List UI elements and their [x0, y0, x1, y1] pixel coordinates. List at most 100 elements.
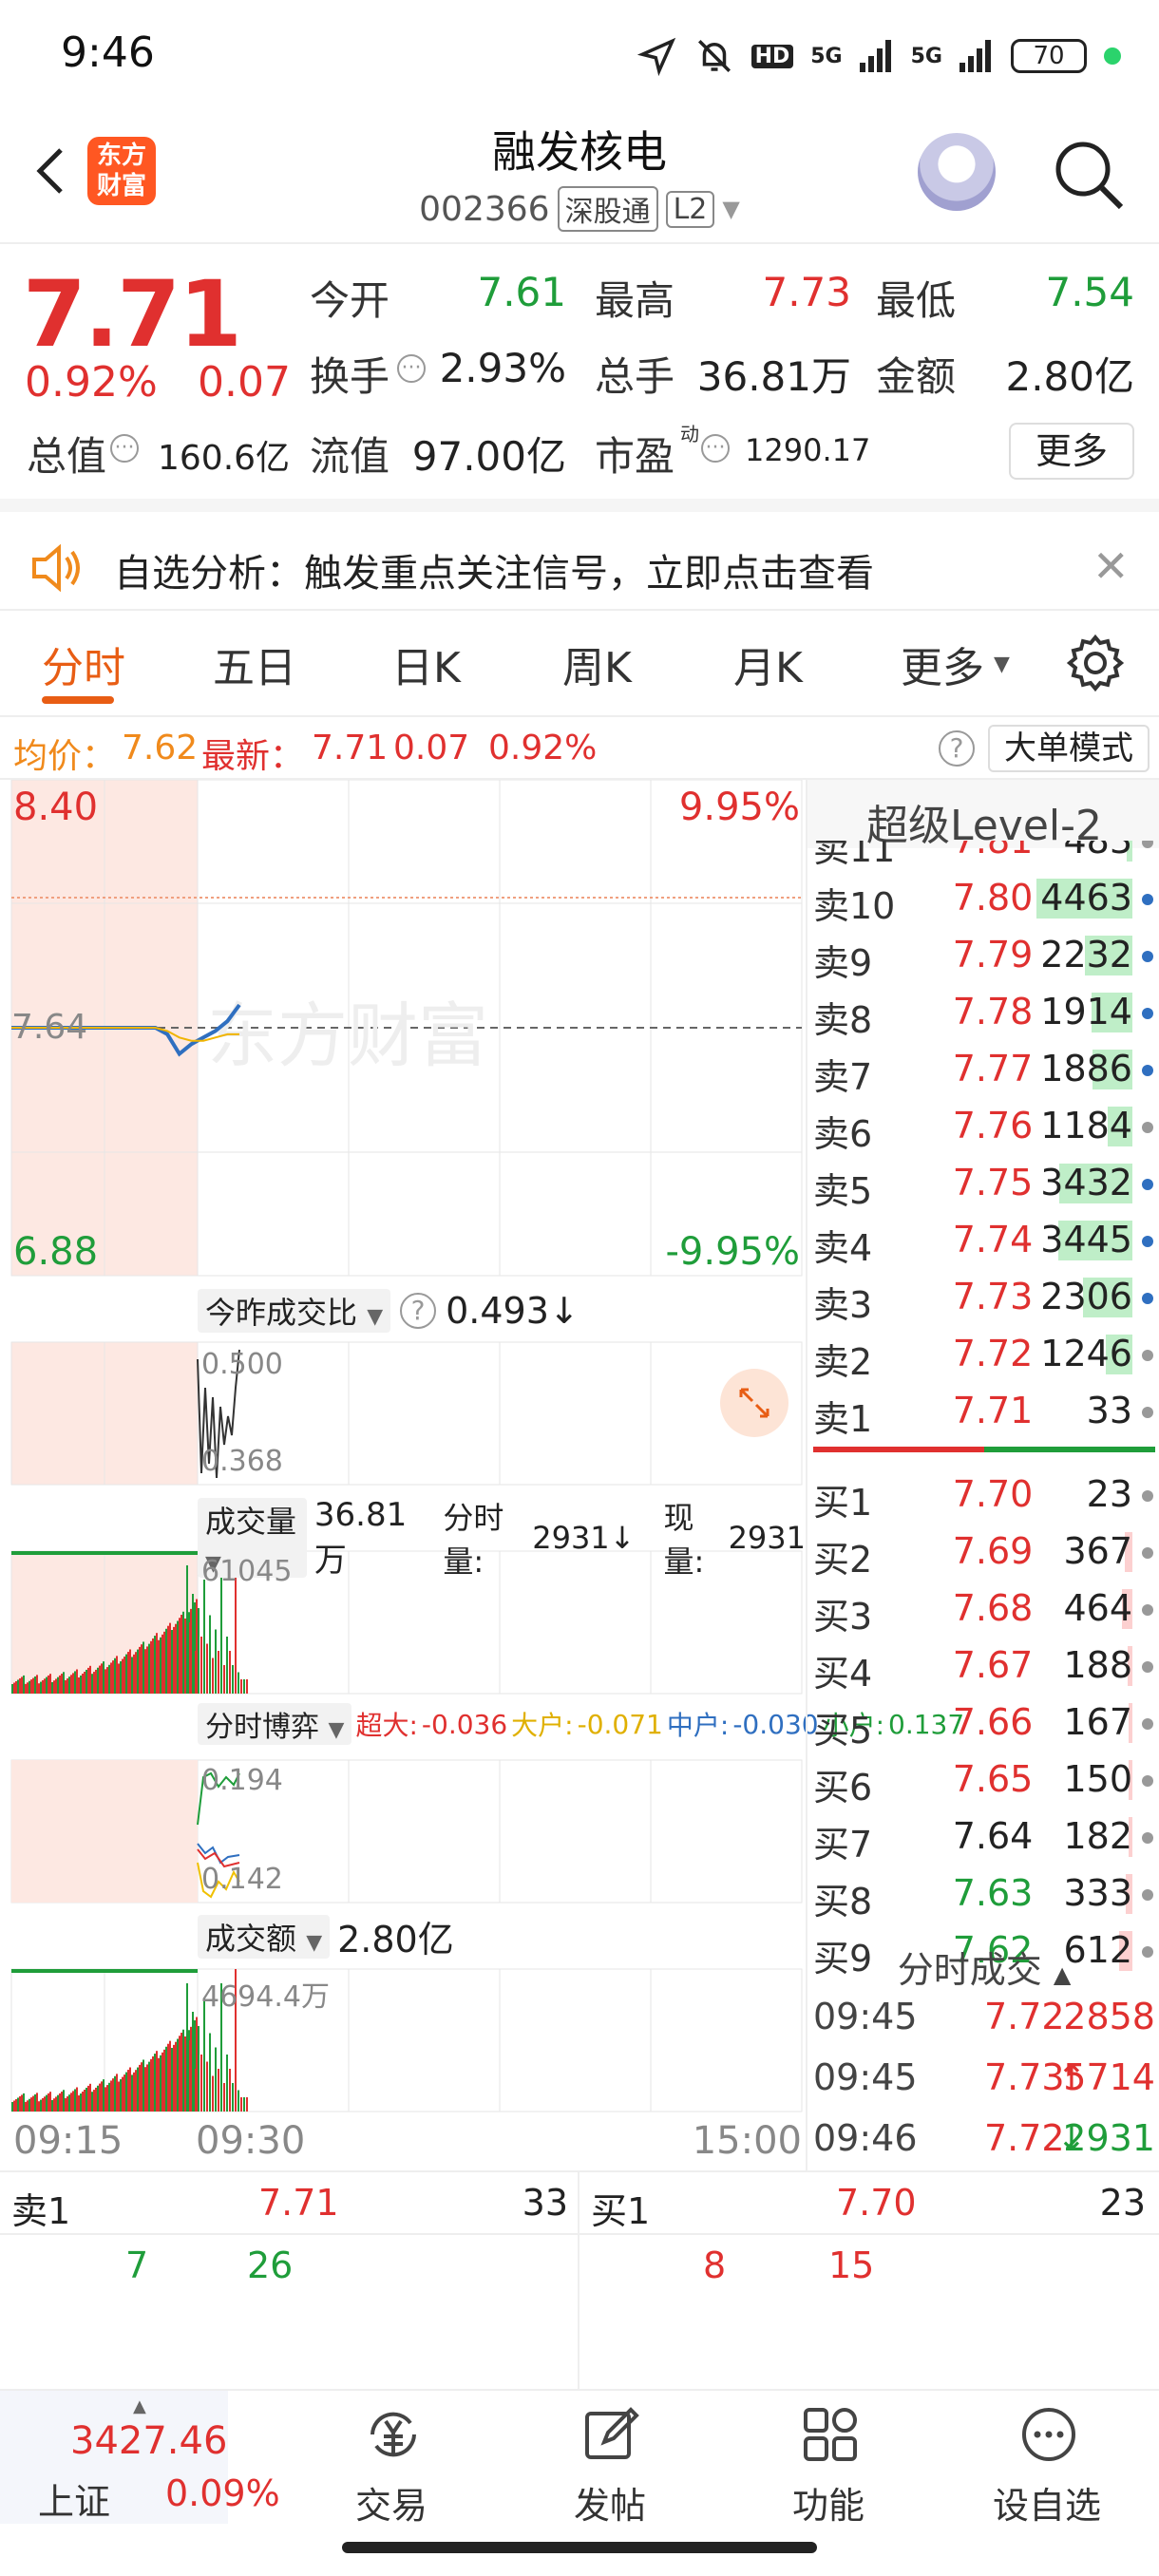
ask-row[interactable]: 卖9 7.79 2232 [808, 930, 1159, 984]
chart-watermark: 东方财富 [207, 995, 488, 1077]
assistant-robot-icon[interactable] [918, 133, 996, 211]
bid-indicator-dot [1142, 1889, 1153, 1901]
volume-bar [124, 1657, 125, 1694]
volume-bar [137, 2067, 139, 2112]
ask-row[interactable]: 卖2 7.72 1246 [808, 1329, 1159, 1383]
trade-row[interactable]: 09:45 7.73 ↑ 5714 [808, 2056, 1159, 2108]
settings-gear-icon[interactable] [1064, 632, 1127, 694]
tab-day-k[interactable]: 日K [391, 634, 461, 694]
big-order-mode-button[interactable]: 大单模式 [988, 725, 1150, 772]
ask-row[interactable]: 卖11 7.81 483 [808, 841, 1159, 870]
bid-row[interactable]: 买3 7.68 464 [808, 1583, 1159, 1638]
nav-trade[interactable]: 交易 [296, 2391, 486, 2527]
ask-indicator-dot [1142, 1065, 1153, 1076]
float-value: 97.00亿 [411, 433, 566, 480]
nav-post[interactable]: 发帖 [515, 2391, 705, 2527]
bid-row[interactable]: 买4 7.67 188 [808, 1640, 1159, 1695]
volume-bar [78, 2095, 80, 2112]
analysis-banner[interactable]: 自选分析：触发重点关注信号，立即点击查看 ✕ [0, 499, 1159, 611]
nav-function[interactable]: 功能 [733, 2391, 923, 2527]
ask-row[interactable]: 卖5 7.75 3432 [808, 1158, 1159, 1212]
home-indicator[interactable] [342, 2542, 817, 2553]
bid-level-label: 买7 [813, 1824, 873, 1866]
bid-row[interactable]: 买1 7.70 23 [808, 1469, 1159, 1524]
volume-bar [15, 2098, 17, 2112]
ratio-help-icon[interactable]: ? [400, 1293, 437, 1329]
volume-bar [65, 2097, 66, 2112]
trade-time: 09:46 [813, 2117, 918, 2159]
bid-row[interactable]: 买8 7.63 333 [808, 1868, 1159, 1923]
trades-list[interactable]: 09:45 7.72 2858 09:45 7.73 ↑ 5714 09:46 7.72 ↓ 293… [808, 1996, 1159, 2167]
ask-indicator-dot [1142, 1350, 1153, 1361]
more-button[interactable]: 更多 [1009, 423, 1134, 480]
level2-panel: 超级Level-2 卖11 7.81 483 卖10 7.80 4463 卖9 7.79 223… [806, 780, 1159, 2170]
fenshi-label: 分时量: [443, 1500, 504, 1580]
trade-volume: 2931 [1063, 2117, 1155, 2159]
ask-row[interactable]: 卖3 7.73 2306 [808, 1272, 1159, 1326]
status-icons: HD 5G 5G 70 [636, 32, 1121, 80]
bid-volume: 464 [1063, 1587, 1132, 1629]
orderbook[interactable]: 卖11 7.81 483 卖10 7.80 4463 卖9 7.79 2232 卖8 7.78 191… [808, 841, 1159, 1980]
tab-week-k[interactable]: 周K [562, 634, 632, 694]
volume-bar [152, 1638, 154, 1694]
ask-indicator-dot [1142, 1236, 1153, 1247]
ask-row[interactable]: 卖10 7.80 4463 [808, 873, 1159, 927]
bid-row[interactable]: 买2 7.69 367 [808, 1526, 1159, 1581]
volume-bar [137, 1649, 139, 1694]
ask-row[interactable]: 卖1 7.71 33 [808, 1386, 1159, 1440]
ask-row[interactable]: 卖8 7.78 1914 [808, 987, 1159, 1041]
volume-bar [99, 1665, 101, 1694]
tab-month-k[interactable]: 月K [733, 634, 803, 694]
volume-bar [215, 2047, 217, 2112]
search-icon[interactable] [1051, 137, 1127, 213]
volume-bar [97, 1667, 99, 1694]
close-icon[interactable]: ✕ [1092, 540, 1130, 592]
trades-title[interactable]: 分时成交 ▲ [808, 1941, 1159, 1993]
tab-five-day[interactable]: 五日 [213, 634, 296, 694]
ask-level-label: 卖7 [813, 1056, 873, 1098]
trade-row[interactable]: 09:46 7.72 ↓ 2931 [808, 2117, 1159, 2169]
help-icon[interactable]: ? [939, 730, 975, 767]
volume-bar [165, 2046, 167, 2112]
trade-row[interactable]: 09:45 7.72 2858 [808, 1996, 1159, 2047]
volume-bar [87, 2085, 89, 2112]
ask-level-label: 卖5 [813, 1170, 873, 1212]
ask-row[interactable]: 卖6 7.76 1184 [808, 1101, 1159, 1155]
volume-bar [110, 2080, 112, 2112]
ask-row[interactable]: 卖7 7.77 1886 [808, 1044, 1159, 1098]
volume-bar [162, 2052, 163, 2112]
ratio-label: 今昨成交比 [205, 1295, 358, 1331]
volume-bar [11, 1684, 13, 1694]
tab-more[interactable]: 更多 [901, 634, 984, 694]
bid-row[interactable]: 买6 7.65 150 [808, 1754, 1159, 1809]
ask-price: 7.71 [952, 1390, 1034, 1431]
pe-help-icon[interactable]: ··· [701, 434, 730, 463]
amount-selector[interactable]: 成交额 ▼ [198, 1914, 331, 1959]
volume-bar [215, 1629, 217, 1694]
game-bottom-label: 0.142 [201, 1863, 283, 1896]
tab-fenshi[interactable]: 分时 [42, 634, 125, 694]
index-ticker[interactable]: ▲ 3427.46 上证 0.09% [0, 2391, 280, 2524]
bid-row[interactable]: 买7 7.64 182 [808, 1811, 1159, 1866]
volume-bar [148, 1643, 150, 1694]
ratio-selector[interactable]: 今昨成交比 ▼ [198, 1289, 391, 1333]
volume-bar [139, 1646, 141, 1694]
volume-bar [70, 2093, 72, 2112]
bid-row[interactable]: 买5 7.66 167 [808, 1697, 1159, 1752]
ask-level-label: 卖4 [813, 1227, 873, 1269]
volume-bar [89, 2083, 91, 2112]
open-value: 7.61 [477, 269, 566, 315]
location-icon [636, 37, 675, 76]
volume-bar [198, 2026, 200, 2112]
ask-row[interactable]: 卖4 7.74 3445 [808, 1215, 1159, 1269]
mktcap-help-icon[interactable]: ··· [110, 434, 139, 463]
volume-bar [171, 2048, 173, 2112]
bid-level-label: 买2 [813, 1539, 873, 1581]
trade-time: 09:45 [813, 2056, 918, 2098]
volume-bar [243, 2097, 245, 2112]
bid-price: 7.65 [952, 1758, 1034, 1800]
turnover-help-icon[interactable]: ··· [397, 354, 426, 383]
expand-icon[interactable] [720, 1369, 788, 1437]
game-selector[interactable]: 分时博弈 ▼ [198, 1703, 352, 1745]
nav-add-watch[interactable]: 设自选 [952, 2391, 1142, 2527]
